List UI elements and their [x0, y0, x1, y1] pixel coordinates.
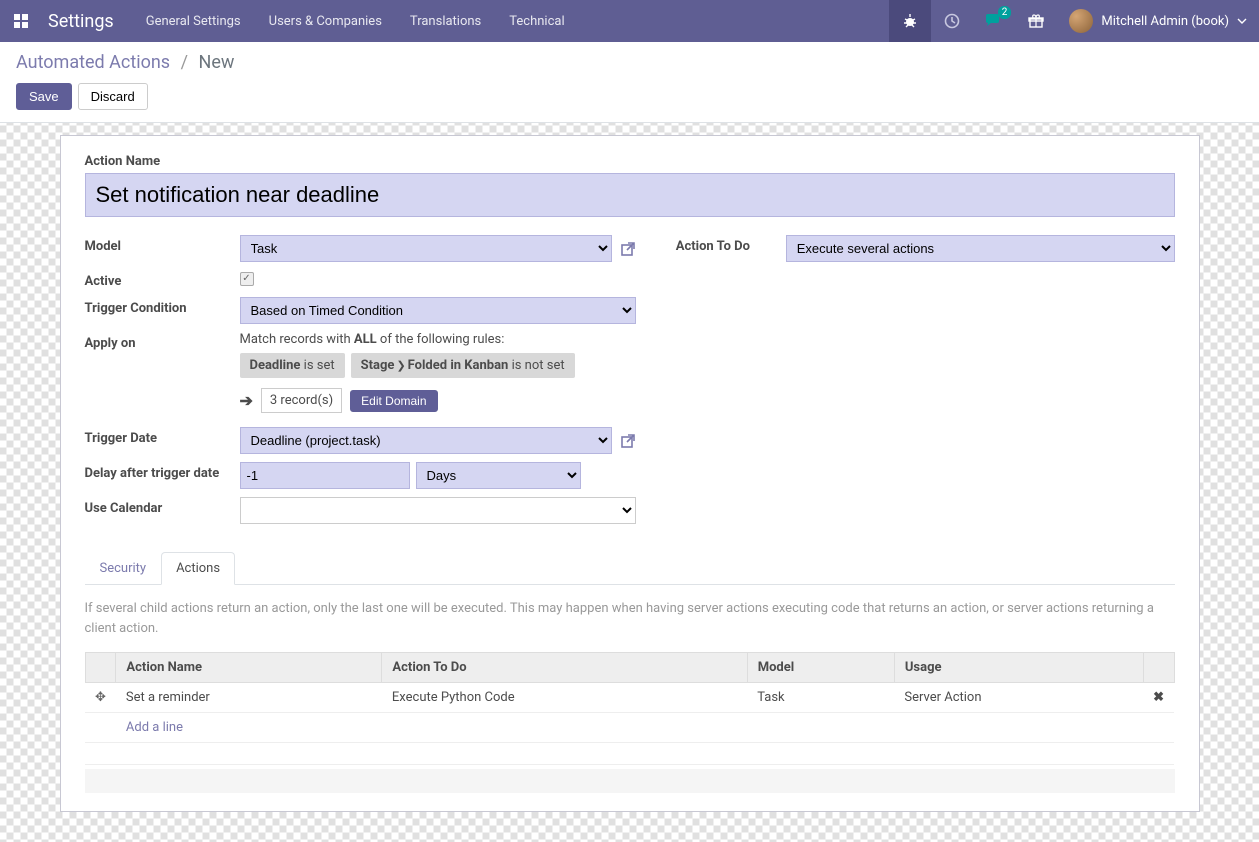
external-link-icon: [620, 433, 636, 449]
avatar: [1069, 9, 1093, 33]
discard-button[interactable]: Discard: [78, 83, 148, 110]
label-action-to-do: Action To Do: [676, 235, 786, 262]
tab-security[interactable]: Security: [85, 552, 162, 585]
drag-handle-icon[interactable]: ✥: [85, 683, 116, 713]
label-apply-on: Apply on: [85, 332, 240, 413]
label-model: Model: [85, 235, 240, 262]
external-link-icon: [620, 241, 636, 257]
chevron-down-icon: [1237, 18, 1247, 24]
delay-value-input[interactable]: [240, 462, 410, 489]
clock-icon: [944, 13, 960, 29]
model-select[interactable]: Task: [240, 235, 612, 262]
label-use-calendar: Use Calendar: [85, 497, 240, 524]
record-count[interactable]: 3 record(s): [261, 388, 342, 413]
add-line-button[interactable]: Add a line: [85, 713, 1174, 743]
model-external-link[interactable]: [620, 241, 636, 257]
debug-button[interactable]: [889, 0, 931, 42]
actions-table: Action Name Action To Do Model Usage ✥ S…: [85, 652, 1175, 765]
domain-match-text: Match records with ALL of the following …: [240, 332, 636, 347]
nav-menu-translations[interactable]: Translations: [396, 0, 495, 42]
action-name-input[interactable]: [85, 173, 1175, 217]
breadcrumb-current: New: [198, 52, 234, 73]
active-checkbox[interactable]: ✓: [240, 272, 254, 286]
col-action-name[interactable]: Action Name: [116, 653, 382, 683]
use-calendar-select[interactable]: [240, 497, 636, 524]
col-model[interactable]: Model: [747, 653, 894, 683]
gift-button[interactable]: [1015, 0, 1057, 42]
delay-unit-select[interactable]: Days: [416, 462, 581, 489]
messaging-button[interactable]: 2: [973, 0, 1015, 42]
nav-menu-technical[interactable]: Technical: [495, 0, 578, 42]
breadcrumb: Automated Actions / New: [16, 52, 1243, 73]
label-trigger-date: Trigger Date: [85, 427, 240, 454]
trigger-date-select[interactable]: Deadline (project.task): [240, 427, 612, 454]
breadcrumb-parent[interactable]: Automated Actions: [16, 52, 170, 73]
domain-chip-deadline[interactable]: Deadline is set: [240, 353, 345, 378]
table-row[interactable]: ✥ Set a reminder Execute Python Code Tas…: [85, 683, 1174, 713]
save-button[interactable]: Save: [16, 83, 72, 110]
domain-chip-stage[interactable]: Stage❯Folded in Kanban is not set: [351, 353, 575, 378]
user-menu[interactable]: Mitchell Admin (book): [1057, 9, 1259, 33]
tab-actions[interactable]: Actions: [161, 552, 235, 585]
app-title: Settings: [42, 11, 132, 32]
edit-domain-button[interactable]: Edit Domain: [350, 390, 437, 412]
label-delay-after: Delay after trigger date: [85, 462, 240, 489]
label-trigger-condition: Trigger Condition: [85, 297, 240, 324]
user-name: Mitchell Admin (book): [1101, 14, 1229, 29]
gift-icon: [1028, 13, 1044, 29]
trigger-date-external-link[interactable]: [620, 433, 636, 449]
actions-hint: If several child actions return an actio…: [85, 599, 1175, 638]
action-to-do-select[interactable]: Execute several actions: [786, 235, 1175, 262]
trigger-condition-select[interactable]: Based on Timed Condition: [240, 297, 636, 324]
activities-button[interactable]: [931, 0, 973, 42]
col-usage[interactable]: Usage: [894, 653, 1143, 683]
label-action-name: Action Name: [85, 154, 1175, 169]
messaging-badge: 2: [998, 6, 1012, 19]
apps-menu-button[interactable]: [0, 0, 42, 42]
label-active: Active: [85, 270, 240, 289]
nav-menu-general-settings[interactable]: General Settings: [132, 0, 255, 42]
col-action-todo[interactable]: Action To Do: [382, 653, 747, 683]
apps-icon: [13, 13, 29, 29]
delete-row-button[interactable]: ✖: [1143, 683, 1174, 713]
nav-menu-users-companies[interactable]: Users & Companies: [255, 0, 396, 42]
arrow-right-icon: ➔: [240, 391, 253, 410]
bug-icon: [902, 13, 918, 29]
